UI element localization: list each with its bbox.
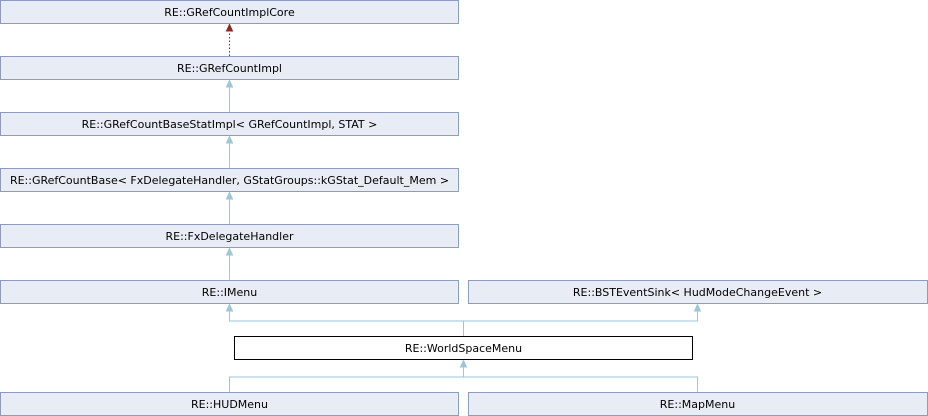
arrow-bst-event-sink bbox=[693, 303, 702, 312]
edge-hud-to-wsm bbox=[229, 366, 464, 392]
arrow-gref-core bbox=[225, 23, 234, 32]
node-world-space-menu[interactable]: RE::WorldSpaceMenu bbox=[234, 336, 693, 360]
edge-map-to-wsm bbox=[463, 376, 698, 392]
node-hud-menu[interactable]: RE::HUDMenu bbox=[0, 392, 459, 416]
node-gref-base[interactable]: RE::GRefCountBase< FxDelegateHandler, GS… bbox=[0, 168, 459, 192]
arrow-fx-delegate bbox=[225, 247, 234, 256]
node-label: RE::MapMenu bbox=[660, 398, 735, 411]
node-gref-base-stat[interactable]: RE::GRefCountBaseStatImpl< GRefCountImpl… bbox=[0, 112, 459, 136]
node-gref-core[interactable]: RE::GRefCountImplCore bbox=[0, 0, 459, 24]
edge-wsm-to-bst bbox=[463, 310, 698, 322]
node-label: RE::WorldSpaceMenu bbox=[405, 342, 522, 355]
node-label: RE::BSTEventSink< HudModeChangeEvent > bbox=[573, 286, 822, 299]
arrow-gref-base bbox=[225, 191, 234, 200]
node-label: RE::GRefCountBaseStatImpl< GRefCountImpl… bbox=[82, 118, 378, 131]
node-map-menu[interactable]: RE::MapMenu bbox=[468, 392, 928, 416]
node-fx-delegate-handler[interactable]: RE::FxDelegateHandler bbox=[0, 224, 459, 248]
arrow-gref-impl bbox=[225, 79, 234, 88]
node-label: RE::IMenu bbox=[202, 286, 257, 299]
node-label: RE::HUDMenu bbox=[191, 398, 268, 411]
node-gref-impl[interactable]: RE::GRefCountImpl bbox=[0, 56, 459, 80]
arrow-world-space-menu bbox=[459, 359, 468, 368]
class-hierarchy-diagram: RE::GRefCountImplCore RE::GRefCountImpl … bbox=[0, 0, 928, 416]
node-bst-event-sink[interactable]: RE::BSTEventSink< HudModeChangeEvent > bbox=[468, 280, 928, 304]
arrow-imenu bbox=[225, 303, 234, 312]
node-imenu[interactable]: RE::IMenu bbox=[0, 280, 459, 304]
node-label: RE::FxDelegateHandler bbox=[165, 230, 293, 243]
arrow-gref-base-stat bbox=[225, 135, 234, 144]
node-label: RE::GRefCountBase< FxDelegateHandler, GS… bbox=[10, 174, 449, 187]
edge-wsm-to-imenu bbox=[229, 310, 464, 336]
node-label: RE::GRefCountImpl bbox=[177, 62, 282, 75]
node-label: RE::GRefCountImplCore bbox=[164, 6, 295, 19]
